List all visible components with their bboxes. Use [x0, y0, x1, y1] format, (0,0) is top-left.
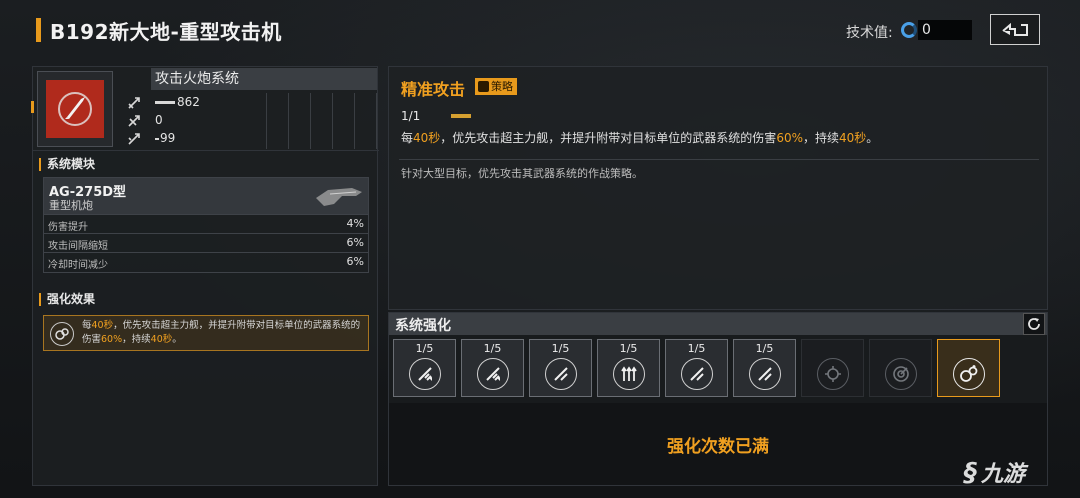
gun-up-icon	[409, 358, 441, 390]
module-stat-row: 伤害提升 4%	[44, 214, 368, 233]
heavy-gun-icon	[316, 188, 362, 206]
skill-description-box: 精准攻击 策略 1/1 每40秒，优先攻击超主力舰，并提升附带对目标单位的武器系…	[388, 66, 1048, 310]
cannon-shell-icon	[46, 80, 104, 138]
skill-flavor-text: 针对大型目标，优先攻击其武器系统的作战策略。	[401, 167, 643, 180]
weapon-name: 攻击火炮系统	[151, 68, 377, 90]
stat-value-damage: 862	[155, 95, 200, 109]
skill-tag-badge: 策略	[475, 78, 517, 95]
target-icon	[817, 358, 849, 390]
page-title: B192新大地-重型攻击机	[50, 20, 282, 44]
module-stat-value: 4%	[346, 217, 364, 230]
back-button[interactable]	[990, 14, 1040, 45]
module-type: 重型机炮	[49, 199, 93, 212]
upgrade-slot-7-locked[interactable]	[801, 339, 864, 397]
refresh-button[interactable]	[1023, 313, 1045, 335]
upgrade-maxed-message: 强化次数已满	[389, 403, 1047, 485]
upgrade-slot-9-selected[interactable]	[937, 339, 1000, 397]
stat-row-ammo: 99	[127, 130, 377, 148]
watermark: § 九游	[964, 458, 1026, 488]
range-stat-icon	[128, 115, 140, 127]
slot-level: 1/5	[619, 342, 638, 355]
ammo-stat-icon	[128, 133, 140, 145]
gun-speed-icon	[545, 358, 577, 390]
weapon-icon-frame[interactable]	[37, 71, 113, 147]
upgrade-slot-8-locked[interactable]	[869, 339, 932, 397]
slot-level: 1/5	[483, 342, 502, 355]
weapon-marker	[31, 101, 34, 113]
divider	[399, 159, 1039, 160]
back-arrow-icon	[1002, 22, 1028, 36]
refresh-icon	[1028, 318, 1040, 330]
enhancement-effect-text: 每40秒，优先攻击超主力舰，并提升附带对目标单位的武器系统的伤害60%，持续40…	[82, 320, 361, 345]
skill-name: 精准攻击	[401, 80, 466, 99]
stat-value-ammo: 99	[155, 131, 175, 145]
module-stat-key: 冷却时间减少	[48, 260, 108, 271]
module-header: AG-275D型 重型机炮	[44, 178, 368, 214]
system-module-card[interactable]: AG-275D型 重型机炮 伤害提升 4% 攻击间隔缩短 6% 冷却时间减少 6…	[43, 177, 369, 273]
gun-up-icon	[477, 358, 509, 390]
gun-speed-icon	[749, 358, 781, 390]
slot-level: 1/5	[687, 342, 706, 355]
skill-level: 1/1	[401, 109, 421, 123]
weapon-card: 攻击火炮系统 862 0 99	[31, 67, 379, 151]
title-accent-bar	[36, 18, 41, 42]
effect-section-heading: 强化效果	[39, 293, 95, 306]
header: B192新大地-重型攻击机 技术值: 0	[0, 0, 1080, 60]
upgrade-slot-2[interactable]: 1/5	[461, 339, 524, 397]
strategy-tag-icon	[478, 81, 489, 92]
stat-value-range: 0	[155, 113, 163, 127]
enhancement-effect-card: 每40秒，优先攻击超主力舰，并提升附带对目标单位的武器系统的伤害60%，持续40…	[43, 315, 369, 351]
tech-currency-icon	[901, 22, 917, 38]
module-stat-row: 攻击间隔缩短 6%	[44, 233, 368, 252]
slot-level: 1/5	[551, 342, 570, 355]
upgrade-slot-4[interactable]: 1/5	[597, 339, 660, 397]
strategy-icon	[50, 322, 74, 346]
upgrade-header: 系统强化	[389, 313, 1047, 335]
tech-value: 0	[918, 20, 972, 40]
system-upgrade-box: 系统强化 1/5 1/5 1/5 1/5 1/5 1/5 强化次数已满	[388, 312, 1048, 486]
module-stat-row: 冷却时间减少 6%	[44, 252, 368, 271]
radar-icon	[885, 358, 917, 390]
upgrade-slot-1[interactable]: 1/5	[393, 339, 456, 397]
module-stat-value: 6%	[346, 255, 364, 268]
upgrade-title: 系统强化	[395, 318, 451, 334]
damage-stat-icon	[128, 97, 140, 109]
module-section-heading: 系统模块	[39, 158, 95, 171]
slot-level: 1/5	[415, 342, 434, 355]
module-stat-value: 6%	[346, 236, 364, 249]
strategy-icon	[953, 358, 985, 390]
module-stat-key: 伤害提升	[48, 222, 88, 233]
weapon-info-panel: 攻击火炮系统 862 0 99 系统模块 AG-275D型 重型机炮 伤害提升 …	[31, 66, 379, 486]
skill-level-bar	[451, 114, 471, 118]
upgrade-slot-6[interactable]: 1/5	[733, 339, 796, 397]
upgrade-slot-3[interactable]: 1/5	[529, 339, 592, 397]
gun-speed-icon	[681, 358, 713, 390]
slot-level: 1/5	[755, 342, 774, 355]
module-stat-key: 攻击间隔缩短	[48, 241, 108, 252]
stat-row-range: 0	[127, 112, 377, 130]
upgrade-slot-5[interactable]: 1/5	[665, 339, 728, 397]
skill-description: 每40秒，优先攻击超主力舰，并提升附带对目标单位的武器系统的伤害60%，持续40…	[401, 131, 879, 145]
skill-detail-panel: 精准攻击 策略 1/1 每40秒，优先攻击超主力舰，并提升附带对目标单位的武器系…	[388, 66, 1048, 486]
triple-arrow-icon	[613, 358, 645, 390]
tech-value-label: 技术值:	[846, 25, 893, 41]
stat-row-damage: 862	[127, 94, 377, 112]
skill-tag-label: 策略	[491, 80, 513, 93]
